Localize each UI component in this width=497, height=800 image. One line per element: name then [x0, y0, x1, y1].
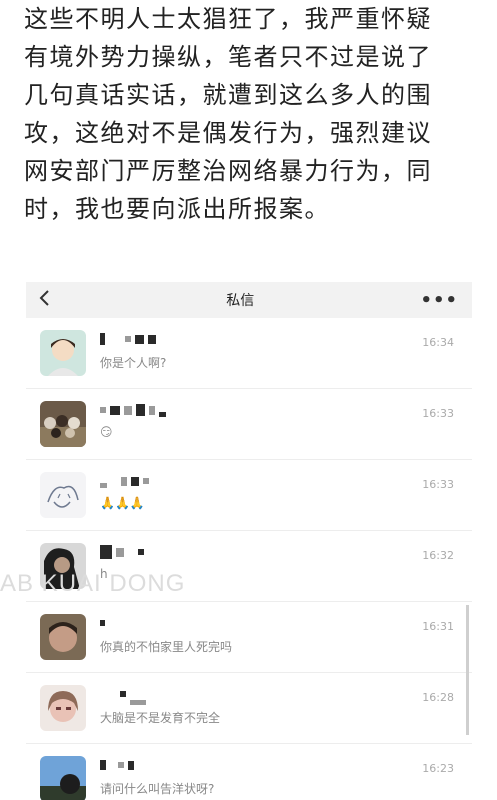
sender-name-redacted — [100, 403, 166, 417]
avatar — [40, 330, 86, 376]
sender-name-redacted — [100, 332, 156, 346]
sender-name-redacted — [100, 687, 146, 705]
sender-name-redacted — [100, 474, 149, 488]
avatar — [40, 756, 86, 800]
article-text: 这些不明人士太猖狂了，我严重怀疑 有境外势力操纵，笔者只不过是说了 几句真话实话… — [24, 0, 484, 228]
watermark: AB KUAI DONG — [0, 570, 186, 597]
nav-bar: 私信 ••• — [26, 282, 472, 318]
article-line: 时，我也要向派出所报案。 — [24, 195, 330, 223]
avatar — [40, 472, 86, 518]
avatar — [40, 685, 86, 731]
private-messages-screenshot: 私信 ••• 你是个人啊? 16:34 😏 16:33 🙏🙏🙏 16:33 h … — [26, 282, 472, 800]
message-time: 16:33 — [422, 407, 454, 420]
message-time: 16:28 — [422, 691, 454, 704]
message-preview: 请问什么叫告洋状呀? — [100, 782, 215, 796]
message-row[interactable]: 你真的不怕家里人死完吗 16:31 — [26, 602, 472, 673]
message-time: 16:31 — [422, 620, 454, 633]
message-row[interactable]: 你是个人啊? 16:34 — [26, 318, 472, 389]
message-row[interactable]: 🙏🙏🙏 16:33 — [26, 460, 472, 531]
message-preview: 😏 — [100, 425, 113, 439]
sender-name-redacted — [100, 616, 105, 630]
message-row[interactable]: 请问什么叫告洋状呀? 16:23 — [26, 744, 472, 800]
message-time: 16:33 — [422, 478, 454, 491]
message-preview: 你真的不怕家里人死完吗 — [100, 640, 233, 654]
message-time: 16:32 — [422, 549, 454, 562]
message-list: 你是个人啊? 16:34 😏 16:33 🙏🙏🙏 16:33 h 16:32 你… — [26, 318, 472, 800]
ellipsis-icon[interactable]: ••• — [420, 290, 458, 311]
message-row[interactable]: 😏 16:33 — [26, 389, 472, 460]
message-time: 16:23 — [422, 762, 454, 775]
message-preview: 大脑是不是发育不完全 — [100, 711, 221, 725]
avatar — [40, 614, 86, 660]
article-line: 这些不明人士太猖狂了，我严重怀疑 — [24, 5, 432, 33]
message-preview: 🙏🙏🙏 — [100, 496, 145, 510]
message-row[interactable]: 大脑是不是发育不完全 16:28 — [26, 673, 472, 744]
nav-title: 私信 — [226, 293, 255, 309]
sender-name-redacted — [100, 758, 134, 772]
article-line: 网安部门严厉整治网络暴力行为，同 — [24, 157, 432, 185]
article-line: 攻，这绝对不是偶发行为，强烈建议 — [24, 119, 432, 147]
sender-name-redacted — [100, 545, 144, 559]
chevron-left-icon[interactable] — [38, 288, 60, 312]
avatar — [40, 401, 86, 447]
scrollbar[interactable] — [466, 605, 469, 735]
message-time: 16:34 — [422, 336, 454, 349]
message-preview: 你是个人啊? — [100, 356, 167, 370]
article-line: 几句真话实话，就遭到这么多人的围 — [24, 81, 432, 109]
article-line: 有境外势力操纵，笔者只不过是说了 — [24, 43, 432, 71]
